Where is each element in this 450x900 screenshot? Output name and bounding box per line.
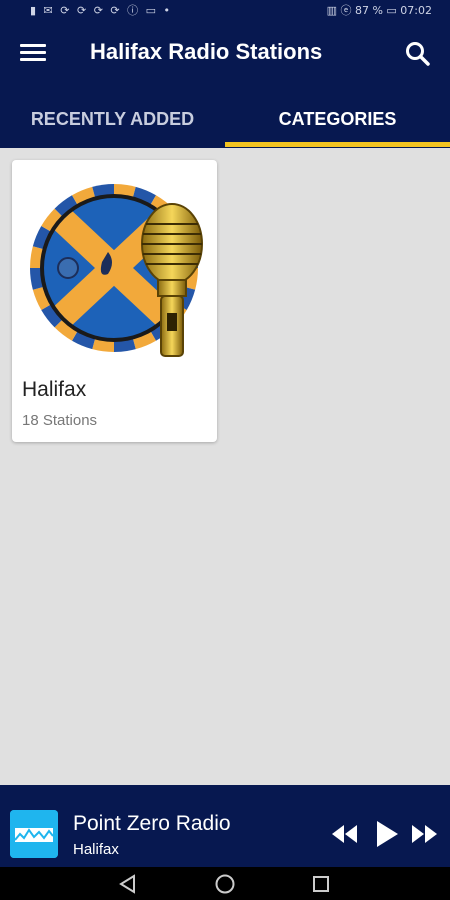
hamburger-icon[interactable] (20, 40, 50, 68)
system-nav-bar (0, 867, 450, 900)
selected-tab-indicator (225, 142, 450, 147)
halifax-flag-microphone-image (20, 168, 212, 364)
status-bar-notification-icons: ▮ ✉ ⟳ ⟳ ⟳ ⟳ ⓘ ▭ • (30, 4, 172, 17)
fast-forward-icon[interactable] (411, 823, 439, 850)
mini-player[interactable]: Point Zero Radio Halifax (0, 785, 450, 867)
tab-recently-added[interactable]: RECENTLY ADDED (0, 90, 225, 148)
back-icon[interactable] (117, 873, 137, 900)
status-bar: ▮ ✉ ⟳ ⟳ ⟳ ⟳ ⓘ ▭ • ▥ ⓔ 87 % ▭ 07:02 (0, 0, 450, 18)
category-card-halifax[interactable]: Halifax 18 Stations (12, 160, 217, 442)
page-title: Halifax Radio Stations (90, 39, 323, 64)
status-bar-system-info: ▥ ⓔ 87 % ▭ 07:02 (326, 4, 432, 17)
rewind-icon[interactable] (330, 823, 358, 850)
home-icon[interactable] (214, 873, 236, 900)
play-icon[interactable] (374, 819, 400, 854)
tab-categories[interactable]: CATEGORIES (225, 90, 450, 148)
now-playing-subtitle: Halifax (73, 841, 119, 858)
category-name: Halifax (22, 378, 87, 401)
category-station-count: 18 Stations (22, 412, 98, 429)
recents-icon[interactable] (311, 873, 331, 900)
station-logo-thumbnail (10, 810, 58, 858)
now-playing-title: Point Zero Radio (73, 812, 231, 835)
app-bar: Halifax Radio Stations (0, 18, 450, 90)
search-icon[interactable] (404, 40, 432, 68)
tab-bar: RECENTLY ADDED CATEGORIES (0, 90, 450, 148)
